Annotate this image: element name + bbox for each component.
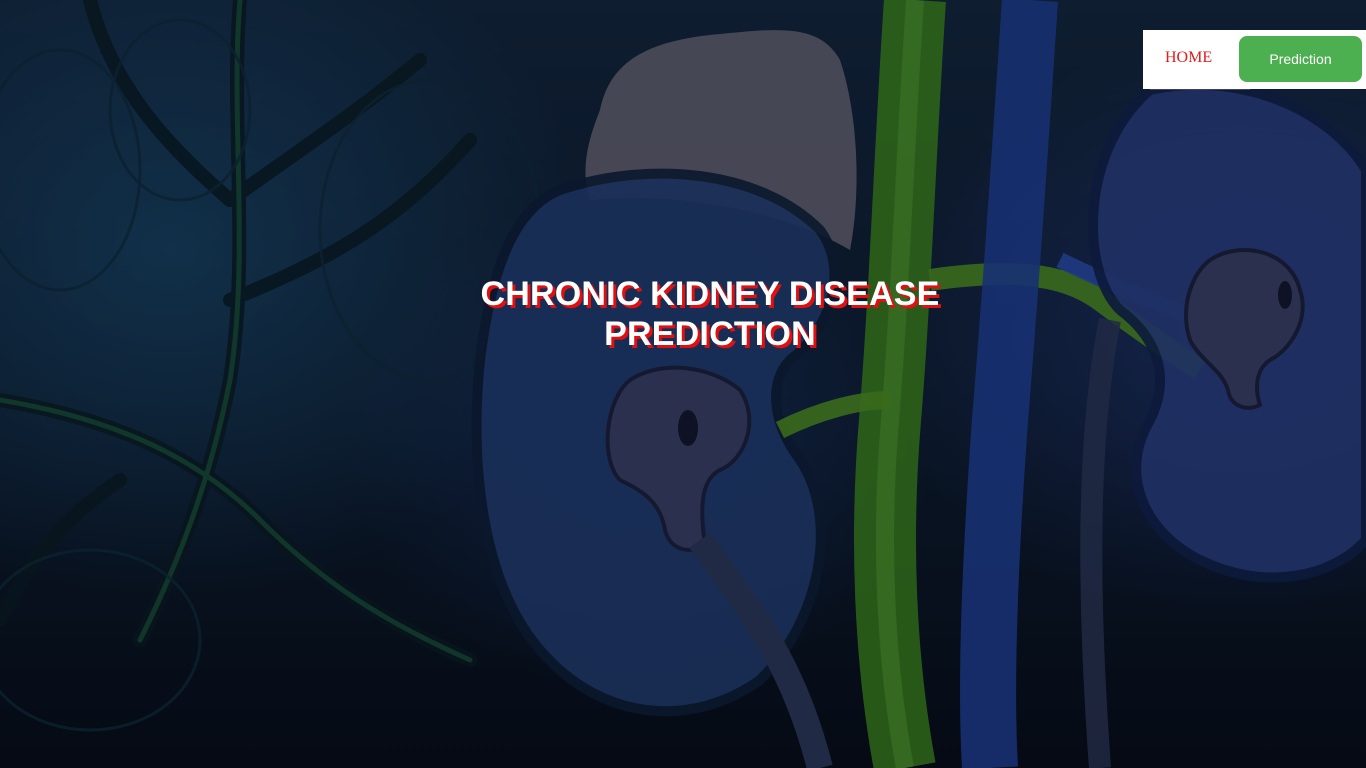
kidney-anatomy-background — [0, 0, 1366, 768]
prediction-button[interactable]: Prediction — [1239, 36, 1362, 82]
nav-home-link[interactable]: HOME — [1165, 49, 1212, 67]
kidney-illustration — [0, 0, 1366, 768]
top-navigation: HOME Prediction — [1143, 30, 1366, 89]
page-title: CHRONIC KIDNEY DISEASE PREDICTION — [480, 275, 940, 353]
